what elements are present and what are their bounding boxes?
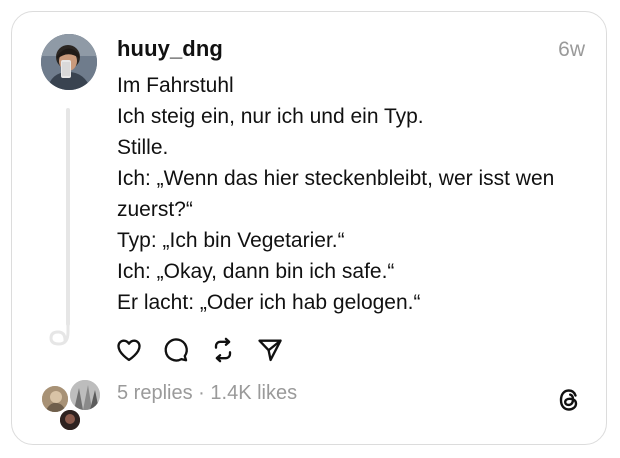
- post-line: zuerst?“: [117, 198, 193, 221]
- stats-separator: ·: [192, 382, 211, 404]
- post-line: Ich steig ein, nur ich und ein Typ.: [117, 105, 424, 128]
- likes-count[interactable]: 1.4K likes: [210, 382, 297, 404]
- replier-photo: [70, 380, 100, 410]
- heart-icon: [117, 339, 141, 362]
- replier-photo: [60, 410, 80, 430]
- send-icon: [258, 339, 282, 362]
- thread-curl-icon: [49, 322, 70, 346]
- post-line: Er lacht: „Oder ich hab gelogen.“: [117, 291, 421, 314]
- repost-icon: [214, 337, 232, 363]
- repost-button[interactable]: [208, 335, 238, 365]
- replies-count[interactable]: 5 replies: [117, 382, 193, 404]
- post-line: Ich: „Okay, dann bin ich safe.“: [117, 260, 395, 283]
- thread-line: [66, 108, 70, 326]
- post-line: Im Fahrstuhl: [117, 74, 234, 97]
- replier-avatars[interactable]: [38, 376, 102, 432]
- threads-logo-icon[interactable]: [555, 386, 583, 414]
- username[interactable]: huuy_dng: [117, 36, 223, 62]
- avatar[interactable]: [41, 34, 97, 90]
- avatar-photo: [41, 34, 97, 90]
- post-body: Im Fahrstuhl Ich steig ein, nur ich und …: [117, 70, 592, 318]
- post-line: Ich: „Wenn das hier steckenbleibt, wer i…: [117, 167, 555, 190]
- reply-button[interactable]: [161, 335, 191, 365]
- post-timestamp[interactable]: 6w: [558, 38, 585, 62]
- comment-icon: [164, 338, 188, 362]
- post-stats: 5 replies · 1.4K likes: [117, 382, 297, 405]
- post-line: Stille.: [117, 136, 169, 159]
- replier-avatar: [58, 408, 82, 432]
- share-button[interactable]: [255, 335, 285, 365]
- post-line: Typ: „Ich bin Vegetarier.“: [117, 229, 345, 252]
- like-button[interactable]: [114, 335, 144, 365]
- action-bar: [114, 333, 302, 367]
- replier-avatar: [68, 378, 102, 412]
